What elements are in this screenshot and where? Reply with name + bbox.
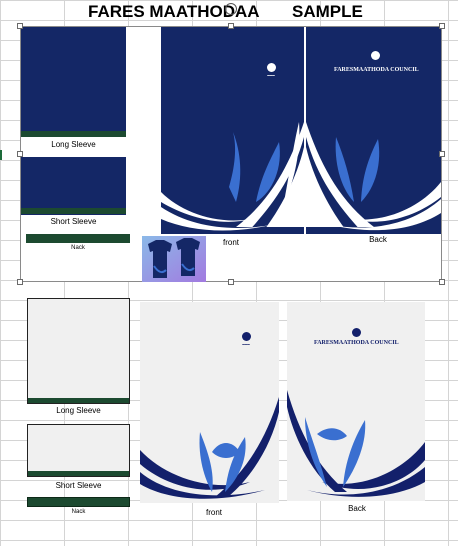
resize-handle-top[interactable]	[228, 23, 234, 29]
neck-collar-strip	[26, 234, 130, 243]
bottom-back-label: Back	[348, 504, 366, 513]
bottom-neck-collar-strip	[27, 497, 130, 507]
bottom-short-sleeve-panel	[27, 424, 130, 477]
bottom-front-panel	[140, 302, 279, 503]
jersey-mockup-thumbnail	[142, 236, 206, 282]
bottom-back-logo-icon	[352, 328, 361, 337]
back-logo-icon	[371, 51, 380, 60]
nack-label: Nack	[71, 245, 85, 251]
resize-handle-right[interactable]	[439, 151, 445, 157]
front-logo-caption: ▬▬▬	[267, 74, 275, 77]
short-sleeve-cuff	[21, 208, 126, 214]
front-label: front	[222, 238, 239, 247]
bottom-short-sleeve-label: Short Sleeve	[55, 481, 102, 490]
resize-handle-left[interactable]	[17, 151, 23, 157]
bottom-front-logo-icon	[242, 332, 251, 341]
short-sleeve-label: Short Sleeve	[50, 217, 97, 226]
front-logo-icon	[267, 63, 276, 72]
bottom-short-sleeve-cuff	[28, 471, 129, 476]
sheet-title: FARES MAATHODAA SAMPLE	[88, 2, 363, 21]
long-sleeve-label: Long Sleeve	[51, 140, 96, 149]
back-council-name: FARESMAATHODA COUNCIL	[334, 67, 419, 73]
bottom-front-logo-caption: ▬▬▬	[242, 343, 250, 346]
bottom-nack-label: Nack	[71, 509, 86, 515]
bottom-long-sleeve-panel	[27, 298, 130, 404]
resize-handle-bottom-right[interactable]	[439, 279, 445, 285]
short-sleeve-panel	[21, 157, 126, 215]
selected-design-image[interactable]: Long Sleeve Short Sleeve Nack ▬▬▬ front …	[20, 26, 442, 282]
bottom-long-sleeve-cuff	[28, 398, 129, 403]
bottom-back-council-name: FARESMAATHODA COUNCIL	[314, 340, 399, 346]
front-panel	[161, 27, 304, 234]
resize-handle-top-right[interactable]	[439, 23, 445, 29]
long-sleeve-panel	[21, 27, 126, 137]
resize-handle-top-left[interactable]	[17, 23, 23, 29]
active-cell-marker	[0, 150, 2, 160]
resize-handle-bottom-left[interactable]	[17, 279, 23, 285]
bottom-front-label: front	[205, 508, 222, 517]
long-sleeve-cuff	[21, 131, 126, 137]
bottom-long-sleeve-label: Long Sleeve	[56, 406, 101, 415]
resize-handle-bottom[interactable]	[228, 279, 234, 285]
rotate-handle-icon[interactable]	[225, 3, 237, 15]
back-label: Back	[369, 235, 387, 244]
